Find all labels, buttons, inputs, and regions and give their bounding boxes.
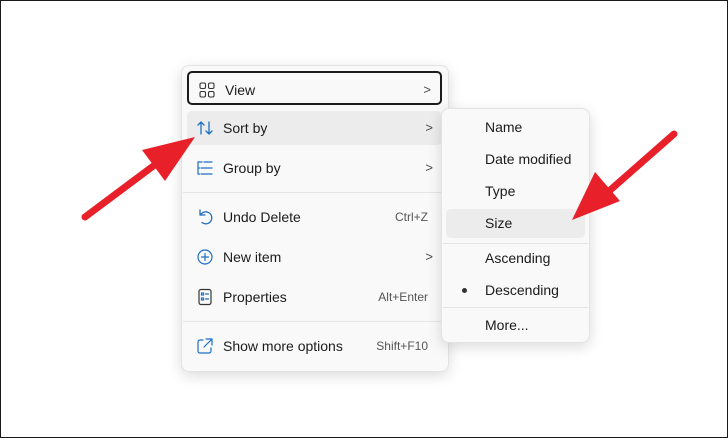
chevron-right-icon: > — [425, 120, 433, 135]
shortcut-label: Ctrl+Z — [395, 210, 428, 224]
submenu-item-descending[interactable]: Descending — [446, 276, 585, 305]
submenu-item-ascending[interactable]: Ascending — [446, 244, 585, 273]
undo-icon — [196, 208, 214, 226]
submenu-item-label: More... — [485, 317, 529, 333]
menu-item-label: Properties — [223, 289, 287, 305]
submenu-separator — [443, 307, 588, 308]
submenu-item-label: Type — [485, 183, 516, 199]
submenu-item-size[interactable]: Size — [446, 209, 585, 238]
selected-bullet-icon — [462, 288, 467, 293]
group-list-icon — [196, 159, 214, 177]
submenu-item-date-modified[interactable]: Date modified — [446, 145, 585, 174]
context-menu: View > Sort by > Group by > Undo Delete … — [181, 65, 449, 372]
menu-item-label: New item — [223, 249, 282, 265]
submenu-item-label: Ascending — [485, 250, 551, 266]
chevron-right-icon: > — [425, 249, 433, 264]
menu-item-undo-delete[interactable]: Undo Delete Ctrl+Z — [187, 200, 442, 234]
shortcut-label: Shift+F10 — [376, 339, 428, 353]
properties-icon — [196, 288, 214, 306]
menu-item-sort-by[interactable]: Sort by > — [187, 111, 442, 145]
menu-separator — [183, 321, 447, 322]
menu-item-view[interactable]: View > — [187, 71, 442, 105]
menu-item-properties[interactable]: Properties Alt+Enter — [187, 280, 442, 314]
sort-by-submenu: Name Date modified Type Size Ascending D… — [441, 108, 590, 343]
chevron-right-icon: > — [425, 160, 433, 175]
submenu-item-more[interactable]: More... — [446, 311, 585, 340]
menu-separator — [183, 192, 447, 193]
menu-item-show-more-options[interactable]: Show more options Shift+F10 — [187, 329, 442, 363]
chevron-right-icon: > — [423, 82, 431, 97]
menu-item-label: View — [225, 82, 256, 98]
submenu-item-label: Name — [485, 119, 523, 135]
submenu-item-label: Size — [485, 215, 513, 231]
menu-item-new-item[interactable]: New item > — [187, 240, 442, 274]
add-circle-icon — [196, 248, 214, 266]
shortcut-label: Alt+Enter — [378, 290, 428, 304]
sort-arrows-icon — [196, 119, 214, 137]
menu-item-label: Undo Delete — [223, 209, 301, 225]
menu-item-label: Group by — [223, 160, 281, 176]
submenu-item-label: Date modified — [485, 151, 572, 167]
share-external-icon — [196, 337, 214, 355]
menu-item-label: Show more options — [223, 338, 343, 354]
grid-icon — [198, 81, 216, 99]
submenu-item-type[interactable]: Type — [446, 177, 585, 206]
menu-item-group-by[interactable]: Group by > — [187, 151, 442, 185]
menu-item-label: Sort by — [223, 120, 268, 136]
submenu-item-name[interactable]: Name — [446, 113, 585, 142]
submenu-item-label: Descending — [485, 282, 559, 298]
